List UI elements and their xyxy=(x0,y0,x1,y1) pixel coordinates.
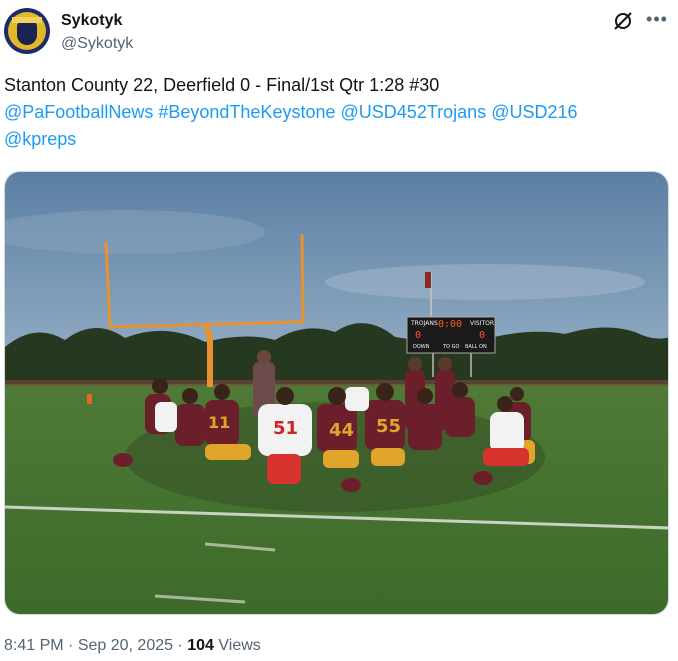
tweet-time[interactable]: 8:41 PM xyxy=(4,637,64,654)
meta-separator: · xyxy=(63,637,78,654)
hashtag-link[interactable]: #BeyondTheKeystone xyxy=(158,102,335,122)
flag xyxy=(425,272,431,288)
author-display-name[interactable]: Sykotyk xyxy=(61,12,122,30)
tweet-text: Stanton County 22, Deerfield 0 - Final/1… xyxy=(4,72,664,153)
scoreboard-home-score: 0 xyxy=(415,330,421,341)
grok-icon[interactable] xyxy=(612,10,634,32)
jersey-number: 51 xyxy=(273,418,298,439)
mention-link[interactable]: @USD216 xyxy=(491,102,577,122)
tweet-photo[interactable]: TROJANS VISITOR 0:00 0 0 DOWN TO GO BALL… xyxy=(4,171,669,615)
more-options-icon[interactable]: ••• xyxy=(646,10,668,32)
tweet-header: Sykotyk @Sykotyk ••• xyxy=(4,8,674,60)
meta-separator: · xyxy=(173,637,188,654)
scoreboard-label: BALL ON xyxy=(465,344,487,350)
tweet-text-plain: Stanton County 22, Deerfield 0 - Final/1… xyxy=(4,75,440,95)
field-marker xyxy=(87,394,92,404)
jersey-number: 55 xyxy=(376,416,401,437)
mention-link[interactable]: @USD452Trojans xyxy=(341,102,487,122)
avatar[interactable] xyxy=(4,8,50,54)
scoreboard-label: TO GO xyxy=(442,344,459,350)
mention-link[interactable]: @kpreps xyxy=(4,129,76,149)
avatar-band xyxy=(12,17,42,23)
track xyxy=(5,380,668,386)
cloud xyxy=(325,264,645,300)
scoreboard-visitor-score: 0 xyxy=(479,330,485,341)
mention-link[interactable]: @PaFootballNews xyxy=(4,102,153,122)
views-count: 104 xyxy=(187,637,214,654)
jersey-number: 44 xyxy=(329,420,354,441)
views-label: Views xyxy=(218,637,261,654)
scoreboard-home-name: TROJANS xyxy=(410,320,438,327)
author-handle[interactable]: @Sykotyk xyxy=(61,35,133,53)
scoreboard-visitor-name: VISITOR xyxy=(470,320,494,327)
tweet-date[interactable]: Sep 20, 2025 xyxy=(78,637,173,654)
scoreboard-clock: 0:00 xyxy=(438,319,462,330)
photo-scene: TROJANS VISITOR 0:00 0 0 DOWN TO GO BALL… xyxy=(5,172,668,614)
jersey-number: 11 xyxy=(208,413,230,432)
scoreboard-label: DOWN xyxy=(413,344,430,350)
tweet-meta: 8:41 PM · Sep 20, 2025 · 104 Views xyxy=(4,637,261,655)
